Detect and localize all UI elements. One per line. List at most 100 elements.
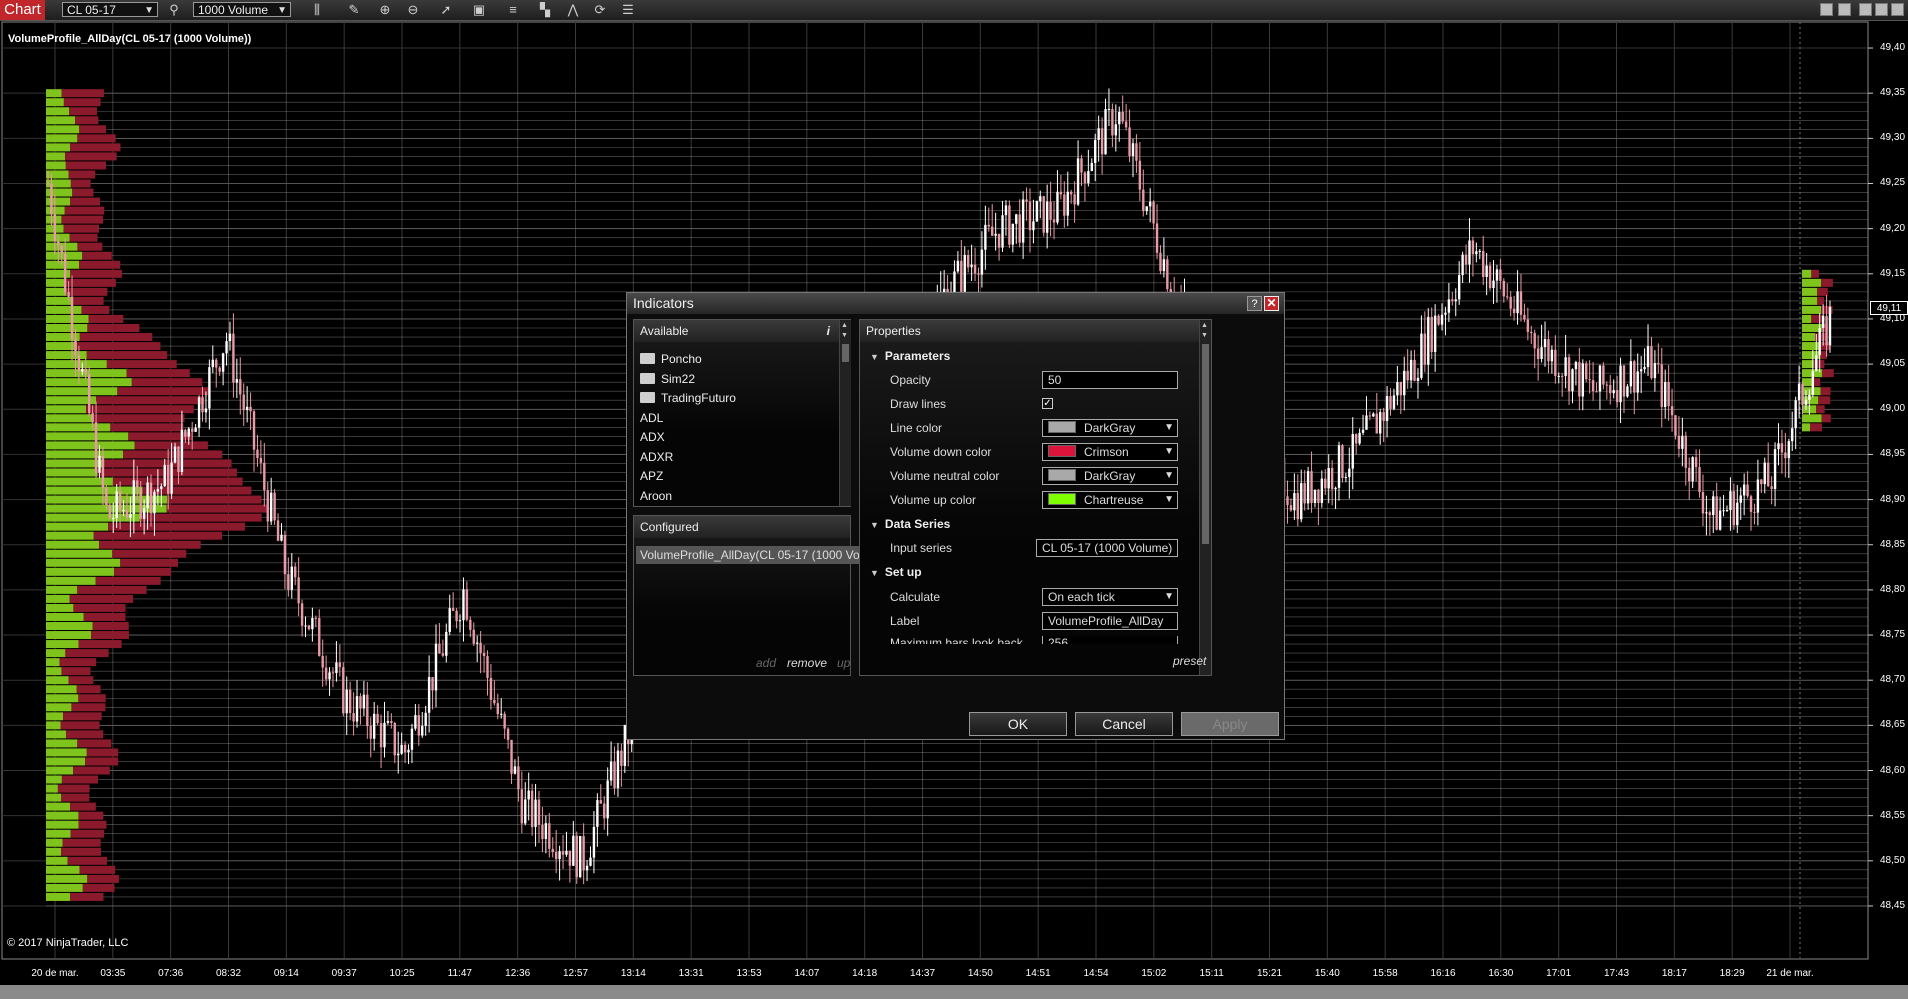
volume-profile-down-bar xyxy=(114,567,172,576)
calculate-select[interactable]: On each tick ▼ xyxy=(1042,588,1178,606)
pencil-icon[interactable]: ✎ xyxy=(345,1,363,19)
available-item[interactable]: Aroon xyxy=(640,489,672,503)
refresh-icon[interactable]: ⟳ xyxy=(591,1,609,19)
restore-icon[interactable] xyxy=(1875,3,1888,16)
candle-body xyxy=(1083,172,1087,184)
bar-type-icon[interactable]: ⫼ xyxy=(308,1,326,19)
candle-body xyxy=(1756,479,1760,513)
candle-body xyxy=(1482,250,1485,277)
candle-body xyxy=(1516,291,1519,314)
ok-button[interactable]: OK xyxy=(969,712,1067,736)
candle-body xyxy=(1530,331,1533,334)
dialog-title-bar[interactable]: Indicators ? ✕ xyxy=(627,293,1284,314)
remove-button[interactable]: remove xyxy=(787,656,827,670)
scroll-up-icon[interactable]: ▲ xyxy=(1201,322,1208,329)
window-mode-icon[interactable] xyxy=(1838,3,1851,16)
available-scrollbar[interactable]: ▲ ▼ xyxy=(839,320,851,506)
candle-body xyxy=(53,214,57,242)
close-window-icon[interactable] xyxy=(1891,3,1904,16)
up-button[interactable]: up xyxy=(837,656,850,670)
volume-profile-up-bar xyxy=(46,134,78,143)
available-item[interactable]: ADX xyxy=(640,430,665,444)
candle-body xyxy=(1025,199,1028,202)
help-button[interactable]: ? xyxy=(1247,296,1262,311)
info-icon[interactable]: i xyxy=(827,320,830,342)
volume-profile-down-bar xyxy=(66,287,108,296)
candle-body xyxy=(1300,483,1303,520)
available-item[interactable]: Poncho xyxy=(640,352,702,366)
candle-body xyxy=(1557,375,1560,377)
volume-profile-up-bar xyxy=(46,360,107,369)
volume-profile-up-bar xyxy=(46,152,66,161)
volume-profile-down-bar xyxy=(120,558,179,567)
candle-body xyxy=(1420,333,1423,378)
scroll-down-icon[interactable]: ▼ xyxy=(841,332,848,339)
scroll-down-icon[interactable]: ▼ xyxy=(1201,332,1208,339)
category-data-series[interactable]: ▼ Data Series xyxy=(870,517,950,531)
available-item[interactable]: Sim22 xyxy=(640,372,695,386)
volume-profile-up-bar xyxy=(46,486,143,495)
apply-button[interactable]: Apply xyxy=(1181,712,1279,736)
category-data-series-label: Data Series xyxy=(884,517,951,531)
interval-selector[interactable]: 1000 Volume ▼ xyxy=(193,2,291,17)
drawing-tools-icon[interactable]: ⋀ xyxy=(564,1,582,19)
volume-down-color-select[interactable]: Crimson ▼ xyxy=(1042,443,1178,461)
strategies-icon[interactable]: ▚ xyxy=(536,1,554,19)
candle-body xyxy=(963,254,966,292)
chart-tab[interactable]: Chart xyxy=(0,0,45,20)
candle-body xyxy=(352,713,355,722)
max-bars-input[interactable]: 256 xyxy=(1042,636,1178,644)
volume-profile-up-bar xyxy=(46,531,94,540)
instrument-selector[interactable]: CL 05-17 ▼ xyxy=(62,2,158,17)
category-parameters[interactable]: ▼ Parameters xyxy=(870,349,950,363)
zoom-in-icon[interactable]: ⊕ xyxy=(376,1,394,19)
candle-body xyxy=(1753,511,1756,513)
volume-profile-down-bar xyxy=(139,513,262,522)
dialog-title: Indicators xyxy=(633,295,694,311)
line-color-select[interactable]: DarkGray ▼ xyxy=(1042,419,1178,437)
available-item[interactable]: TradingFuturo xyxy=(640,391,736,405)
candle-body xyxy=(1564,357,1567,376)
candle-body xyxy=(328,672,331,680)
add-button[interactable]: add xyxy=(756,656,776,670)
data-box-icon[interactable]: ▣ xyxy=(470,1,488,19)
volume-profile-down-bar xyxy=(1817,287,1828,296)
candle-body xyxy=(592,826,596,858)
tile-icon[interactable] xyxy=(1820,3,1833,16)
horizontal-scrollbar[interactable] xyxy=(0,985,1908,999)
close-button[interactable]: ✕ xyxy=(1264,296,1279,311)
draw-lines-checkbox[interactable]: ✓ xyxy=(1042,398,1053,409)
candle-body xyxy=(1059,191,1063,195)
scroll-thumb[interactable] xyxy=(1202,344,1209,544)
available-item[interactable]: APZ xyxy=(640,469,663,483)
zoom-out-icon[interactable]: ⊖ xyxy=(404,1,422,19)
time-tick-label: 16:30 xyxy=(1488,968,1514,979)
category-setup[interactable]: ▼ Set up xyxy=(870,565,922,579)
candle-body xyxy=(1811,371,1815,395)
scroll-thumb[interactable] xyxy=(842,344,849,362)
candle-body xyxy=(1403,370,1406,396)
candle-body xyxy=(115,491,118,519)
opacity-input[interactable]: 50 xyxy=(1042,371,1178,389)
pointer-icon[interactable]: ➚ xyxy=(437,1,455,19)
preset-link[interactable]: preset xyxy=(1173,654,1206,668)
indicators-icon[interactable]: ≡ xyxy=(504,1,522,19)
candle-body xyxy=(125,510,129,518)
properties-list-icon[interactable]: ☰ xyxy=(619,1,637,19)
search-icon[interactable]: ⚲ xyxy=(165,1,183,19)
candle-body xyxy=(1073,194,1076,205)
volume-neutral-color-select[interactable]: DarkGray ▼ xyxy=(1042,467,1178,485)
input-series-field[interactable]: CL 05-17 (1000 Volume) xyxy=(1036,539,1178,557)
properties-scrollbar[interactable]: ▲ ▼ xyxy=(1199,320,1211,675)
volume-profile-up-bar xyxy=(46,703,72,712)
volume-profile-down-bar xyxy=(70,892,104,901)
volume-up-color-select[interactable]: Chartreuse ▼ xyxy=(1042,491,1178,509)
available-item[interactable]: ADXR xyxy=(640,450,673,464)
available-item[interactable]: ADL xyxy=(640,411,663,425)
cancel-button[interactable]: Cancel xyxy=(1075,712,1173,736)
scroll-up-icon[interactable]: ▲ xyxy=(841,322,848,329)
minimize-icon[interactable] xyxy=(1859,3,1872,16)
candle-body xyxy=(1090,162,1093,172)
candle-body xyxy=(554,852,558,860)
label-input[interactable]: VolumeProfile_AllDay xyxy=(1042,612,1178,630)
